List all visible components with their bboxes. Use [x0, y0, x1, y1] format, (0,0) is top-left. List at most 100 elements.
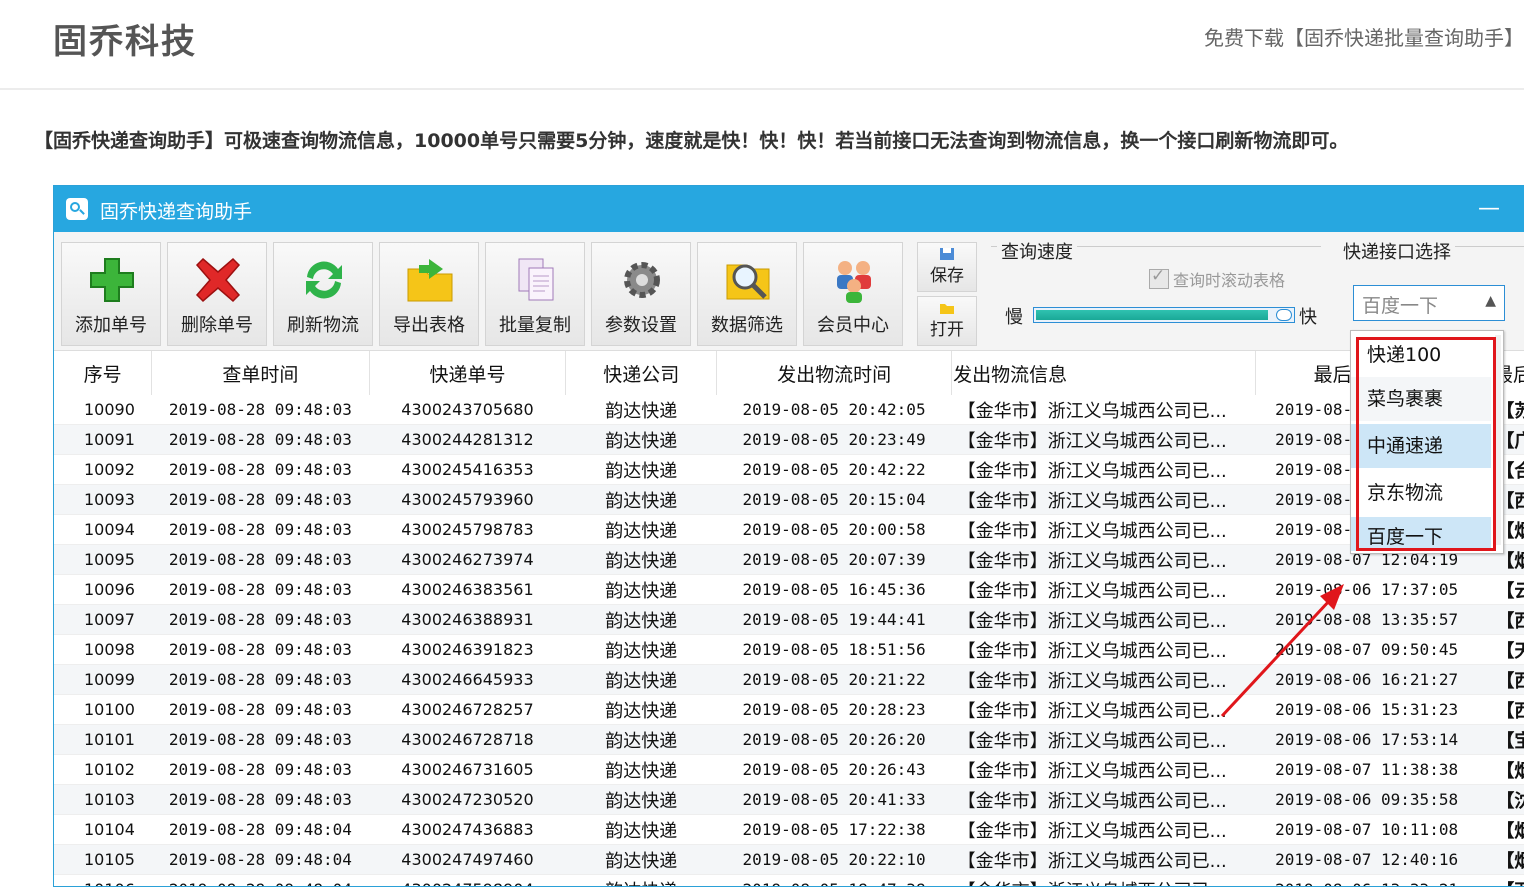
table-row[interactable]: 100972019-08-28 09:48:034300246388931韵达快…	[54, 605, 1524, 635]
open-button[interactable]: 打开	[917, 296, 977, 346]
table-cell: 10098	[54, 635, 152, 665]
slider-thumb[interactable]	[1276, 309, 1292, 321]
refresh-logistics-button[interactable]: 刷新物流	[273, 242, 373, 346]
table-cell: 2019-08-28 09:48:03	[152, 695, 369, 725]
dropdown-scrollbar[interactable]	[1495, 335, 1501, 545]
table-cell: 韵达快递	[566, 425, 717, 455]
column-header[interactable]: 快递单号	[369, 351, 566, 395]
table-cell: 4300246391823	[369, 635, 566, 665]
table-cell: 2019-08-05 20:00:58	[717, 515, 952, 545]
table-cell: 10095	[54, 545, 152, 575]
table-cell: 4300246273974	[369, 545, 566, 575]
checkbox-icon	[1149, 269, 1169, 289]
table-cell: 2019-08-05 20:26:43	[717, 755, 952, 785]
chevron-up-icon[interactable]: ▲	[1485, 293, 1496, 309]
table-cell: 10103	[54, 785, 152, 815]
member-center-button[interactable]: 会员中心	[803, 242, 903, 346]
table-cell: 【西	[1492, 875, 1524, 887]
table-cell: 2019-08-05 20:22:10	[717, 845, 952, 875]
add-number-button[interactable]: 添加单号	[61, 242, 161, 346]
toolbar-label: 会员中心	[804, 311, 902, 337]
toolbar-label: 添加单号	[62, 311, 160, 337]
table-cell: 4300246731605	[369, 755, 566, 785]
table-row[interactable]: 100922019-08-28 09:48:034300245416353韵达快…	[54, 455, 1524, 485]
table-cell: 2019-08-05 20:26:20	[717, 725, 952, 755]
table-cell: 韵达快递	[566, 665, 717, 695]
table-cell: 4300244281312	[369, 425, 566, 455]
table-row[interactable]: 101032019-08-28 09:48:034300247230520韵达快…	[54, 785, 1524, 815]
speed-slider[interactable]	[1033, 307, 1295, 323]
title-bar[interactable]: 固乔快递查询助手 —	[54, 186, 1524, 232]
table-row[interactable]: 101042019-08-28 09:48:044300247436883韵达快…	[54, 815, 1524, 845]
table-row[interactable]: 101022019-08-28 09:48:034300246731605韵达快…	[54, 755, 1524, 785]
column-header[interactable]: 查单时间	[152, 351, 369, 395]
table-cell: 2019-08-28 09:48:03	[152, 395, 369, 425]
table-cell: 4300245793960	[369, 485, 566, 515]
table-cell: 【西	[1492, 605, 1524, 635]
slider-fill	[1036, 310, 1268, 320]
table-row[interactable]: 100952019-08-28 09:48:034300246273974韵达快…	[54, 545, 1524, 575]
table-cell: 10099	[54, 665, 152, 695]
table-cell: 韵达快递	[566, 695, 717, 725]
dropdown-option-cainiao[interactable]: 菜鸟裹裹	[1351, 377, 1491, 421]
table-cell: 2019-08-05 20:42:22	[717, 455, 952, 485]
table-cell: 2019-08-07 09:50:45	[1255, 635, 1492, 665]
table-cell: 韵达快递	[566, 545, 717, 575]
param-settings-button[interactable]: 参数设置	[591, 242, 691, 346]
dropdown-option-baidu[interactable]: 百度一下	[1351, 517, 1491, 551]
table-cell: 2019-08-28 09:48:04	[152, 815, 369, 845]
table-cell: 2019-08-05 19:44:41	[717, 605, 952, 635]
scroll-table-checkbox[interactable]: 查询时滚动表格	[1149, 267, 1285, 291]
refresh-icon	[299, 255, 349, 305]
save-button[interactable]: 保存	[917, 242, 977, 292]
table-cell: 韵达快递	[566, 605, 717, 635]
table-row[interactable]: 101012019-08-28 09:48:034300246728718韵达快…	[54, 725, 1524, 755]
table-row[interactable]: 100932019-08-28 09:48:034300245793960韵达快…	[54, 485, 1524, 515]
table-cell: 2019-08-05 20:28:23	[717, 695, 952, 725]
table-cell: 4300246645933	[369, 665, 566, 695]
table-row[interactable]: 100902019-08-28 09:48:034300243705680韵达快…	[54, 395, 1524, 425]
column-header[interactable]: 序号	[54, 351, 152, 395]
table-row[interactable]: 101002019-08-28 09:48:034300246728257韵达快…	[54, 695, 1524, 725]
table-row[interactable]: 100912019-08-28 09:48:034300244281312韵达快…	[54, 425, 1524, 455]
table-row[interactable]: 101052019-08-28 09:48:044300247497460韵达快…	[54, 845, 1524, 875]
table-cell: 【金华市】浙江义乌城西公司已...	[952, 485, 1255, 515]
table-cell: 2019-08-05 18:47:38	[717, 875, 952, 887]
table-row[interactable]: 100942019-08-28 09:48:034300245798783韵达快…	[54, 515, 1524, 545]
table-cell: 10092	[54, 455, 152, 485]
intro-text: 【固乔快递查询助手】可极速查询物流信息，10000单号只需要5分钟，速度就是快！…	[34, 126, 1348, 153]
table-row[interactable]: 101062019-08-28 09:48:044300247598904韵达快…	[54, 875, 1524, 887]
table-cell: 10100	[54, 695, 152, 725]
brand-logo-text[interactable]: 固乔科技	[53, 14, 197, 63]
download-link[interactable]: 免费下载【固乔快递批量查询助手】	[1204, 22, 1524, 51]
table-row[interactable]: 100992019-08-28 09:48:034300246645933韵达快…	[54, 665, 1524, 695]
column-header[interactable]: 发出物流时间	[717, 351, 952, 395]
delete-number-button[interactable]: 删除单号	[167, 242, 267, 346]
open-label: 打开	[918, 315, 976, 340]
export-table-button[interactable]: 导出表格	[379, 242, 479, 346]
table-cell: 4300246728718	[369, 725, 566, 755]
dropdown-option-zhongtong[interactable]: 中通速递	[1351, 424, 1491, 468]
batch-copy-button[interactable]: 批量复制	[485, 242, 585, 346]
table-cell: 2019-08-28 09:48:03	[152, 485, 369, 515]
table-cell: 韵达快递	[566, 875, 717, 887]
table-cell: 2019-08-05 16:45:36	[717, 575, 952, 605]
data-filter-button[interactable]: 数据筛选	[697, 242, 797, 346]
dropdown-option-kuaidi100[interactable]: 快递100	[1351, 333, 1491, 377]
column-header[interactable]: 快递公司	[566, 351, 717, 395]
open-folder-icon	[939, 301, 955, 315]
dropdown-option-jd[interactable]: 京东物流	[1351, 471, 1491, 515]
table-row[interactable]: 100962019-08-28 09:48:034300246383561韵达快…	[54, 575, 1524, 605]
table-cell: 2019-08-05 20:23:49	[717, 425, 952, 455]
site-header: 固乔科技 免费下载【固乔快递批量查询助手】	[0, 0, 1524, 90]
table-cell: 【金华市】浙江义乌城西公司已...	[952, 545, 1255, 575]
table-cell: 2019-08-28 09:48:03	[152, 575, 369, 605]
table-row[interactable]: 100982019-08-28 09:48:034300246391823韵达快…	[54, 635, 1524, 665]
table-cell: 【金华市】浙江义乌城西公司已...	[952, 725, 1255, 755]
table-cell: 【金华市】浙江义乌城西公司已...	[952, 785, 1255, 815]
table-cell: 2019-08-06 17:53:14	[1255, 725, 1492, 755]
api-select[interactable]: 百度一下 ▲	[1353, 285, 1505, 321]
minimize-button[interactable]: —	[1478, 196, 1500, 221]
table-cell: 2019-08-07 10:11:08	[1255, 815, 1492, 845]
column-header[interactable]: 发出物流信息	[952, 351, 1255, 395]
